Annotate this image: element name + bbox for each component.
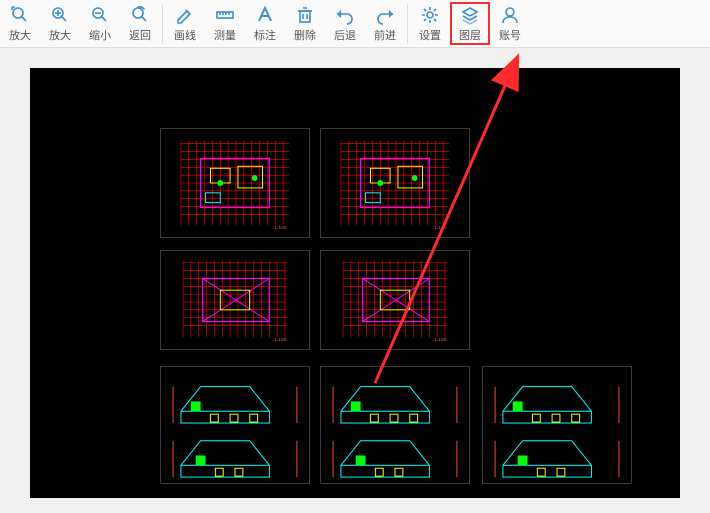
- canvas-area: 1:100 1:100 1:100: [0, 48, 710, 513]
- toolbar-label: 画线: [174, 27, 196, 43]
- toolbar-label: 缩小: [89, 27, 111, 43]
- svg-text:1:100: 1:100: [274, 337, 287, 343]
- cad-canvas[interactable]: 1:100 1:100 1:100: [30, 68, 680, 498]
- toolbar: 放大 放大 缩小 返回 画线 测量 标注 删除 后退 前进 设置 图层 账号: [0, 0, 710, 48]
- toolbar-label: 放大: [49, 27, 71, 43]
- zoom-out-icon: [89, 5, 111, 25]
- svg-text:1:100: 1:100: [434, 225, 447, 231]
- undo-icon: [334, 5, 356, 25]
- measure-button[interactable]: 测量: [205, 2, 245, 45]
- delete-button[interactable]: 删除: [285, 2, 325, 45]
- toolbar-label: 设置: [419, 27, 441, 43]
- toolbar-label: 标注: [254, 27, 276, 43]
- toolbar-label: 图层: [459, 27, 481, 43]
- zoom-out-button[interactable]: 缩小: [80, 2, 120, 45]
- back-button[interactable]: 返回: [120, 2, 160, 45]
- ruler-icon: [214, 5, 236, 25]
- svg-text:1:100: 1:100: [434, 337, 447, 343]
- settings-button[interactable]: 设置: [410, 2, 450, 45]
- text-a-icon: [254, 5, 276, 25]
- drawing-thumb-elev-3[interactable]: [482, 366, 632, 484]
- layers-icon: [459, 5, 481, 25]
- layers-button[interactable]: 图层: [450, 2, 490, 45]
- toolbar-label: 测量: [214, 27, 236, 43]
- user-icon: [499, 5, 521, 25]
- gear-icon: [419, 5, 441, 25]
- zoom-fit-button[interactable]: 放大: [0, 2, 40, 45]
- zoom-bracket-icon: [9, 5, 31, 25]
- svg-text:1:100: 1:100: [274, 225, 287, 231]
- toolbar-separator: [162, 4, 163, 43]
- drawing-thumb-plan-4[interactable]: 1:100: [320, 250, 470, 350]
- toolbar-label: 账号: [499, 27, 521, 43]
- drawing-thumb-plan-2[interactable]: 1:100: [320, 128, 470, 238]
- undo-button[interactable]: 后退: [325, 2, 365, 45]
- line-button[interactable]: 画线: [165, 2, 205, 45]
- drawing-thumb-plan-3[interactable]: 1:100: [160, 250, 310, 350]
- trash-icon: [294, 5, 316, 25]
- zoom-in-button[interactable]: 放大: [40, 2, 80, 45]
- drawing-thumb-elev-1[interactable]: [160, 366, 310, 484]
- toolbar-label: 返回: [129, 27, 151, 43]
- redo-icon: [374, 5, 396, 25]
- zoom-in-icon: [49, 5, 71, 25]
- toolbar-label: 后退: [334, 27, 356, 43]
- toolbar-label: 放大: [9, 27, 31, 43]
- toolbar-label: 删除: [294, 27, 316, 43]
- pencil-icon: [174, 5, 196, 25]
- redo-button[interactable]: 前进: [365, 2, 405, 45]
- toolbar-label: 前进: [374, 27, 396, 43]
- annotate-button[interactable]: 标注: [245, 2, 285, 45]
- drawing-thumb-elev-2[interactable]: [320, 366, 470, 484]
- account-button[interactable]: 账号: [490, 2, 530, 45]
- drawing-thumb-plan-1[interactable]: 1:100: [160, 128, 310, 238]
- toolbar-separator: [407, 4, 408, 43]
- return-icon: [129, 5, 151, 25]
